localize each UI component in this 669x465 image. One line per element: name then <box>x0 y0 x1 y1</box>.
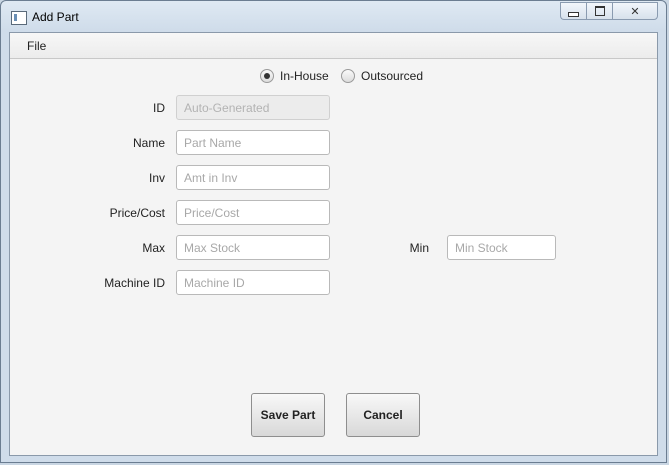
close-icon: ✕ <box>630 5 640 18</box>
radio-unchecked-icon <box>341 69 355 83</box>
add-part-window: Add Part ✕ File In-House Outsourced ID N… <box>0 0 667 463</box>
id-label: ID <box>153 101 165 115</box>
menu-bar: File <box>10 33 657 59</box>
window-controls: ✕ <box>560 2 658 20</box>
name-label: Name <box>132 136 165 150</box>
app-window-icon <box>11 11 27 25</box>
max-label: Max <box>142 241 165 255</box>
cancel-button[interactable]: Cancel <box>346 393 420 437</box>
machine-id-label: Machine ID <box>104 276 165 290</box>
radio-outsourced-label: Outsourced <box>361 69 424 83</box>
inv-field[interactable] <box>176 165 330 190</box>
id-field <box>176 95 330 120</box>
price-field[interactable] <box>176 200 330 225</box>
radio-outsourced[interactable]: Outsourced <box>341 69 423 83</box>
max-field[interactable] <box>176 235 330 260</box>
radio-checked-icon <box>260 69 274 83</box>
minimize-icon <box>568 11 579 17</box>
menu-file[interactable]: File <box>27 39 46 53</box>
min-label: Min <box>409 241 429 255</box>
radio-in-house-label: In-House <box>280 69 329 83</box>
close-button[interactable]: ✕ <box>612 2 658 20</box>
maximize-icon <box>594 6 605 16</box>
price-label: Price/Cost <box>109 206 165 220</box>
title-bar[interactable]: Add Part ✕ <box>1 1 666 32</box>
maximize-button[interactable] <box>586 2 612 20</box>
inv-label: Inv <box>148 171 165 185</box>
save-part-button[interactable]: Save Part <box>251 393 325 437</box>
name-field[interactable] <box>176 130 330 155</box>
min-field[interactable] <box>447 235 556 260</box>
window-title: Add Part <box>32 10 79 24</box>
radio-in-house[interactable]: In-House <box>260 69 329 83</box>
dialog-content: File In-House Outsourced ID Name Inv Pri… <box>9 32 658 456</box>
machine-id-field[interactable] <box>176 270 330 295</box>
minimize-button[interactable] <box>560 2 586 20</box>
